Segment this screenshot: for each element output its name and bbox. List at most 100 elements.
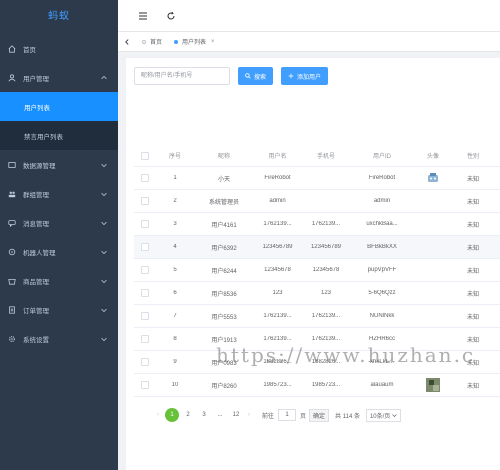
search-button[interactable]: 搜索 bbox=[238, 67, 274, 85]
page-number[interactable]: 12 bbox=[229, 408, 243, 422]
cell-avatar bbox=[413, 171, 453, 185]
tag-dot bbox=[142, 39, 146, 44]
page-number[interactable]: 1 bbox=[165, 408, 179, 422]
table-row[interactable]: 4 用户6392 123456789 123456789 BFBkBkXX 未知 bbox=[134, 236, 500, 259]
checkbox-box bbox=[141, 174, 149, 182]
page-number[interactable]: 2 bbox=[181, 408, 195, 422]
sidebar-item-settings[interactable]: 系统设置 bbox=[0, 324, 118, 353]
chevron-up-icon bbox=[101, 75, 107, 79]
table-row[interactable]: 7 用户5553 1762139... 1762139... NUNlNkk 未知 bbox=[134, 305, 500, 328]
next-page-button[interactable]: › bbox=[245, 412, 253, 418]
table-row[interactable]: 2 系统管理员 admin admin 未知 bbox=[134, 190, 500, 213]
row-checkbox[interactable] bbox=[134, 312, 156, 320]
cell-nickname: 用户8536 bbox=[211, 291, 237, 298]
select-all-checkbox[interactable] bbox=[134, 151, 156, 160]
chevron-down-icon bbox=[101, 192, 107, 196]
user-list-panel: 搜索 添加用户 序号 昵称 用户名 手机号 用户ID 头像 性别 1 小天 Fire… bbox=[126, 58, 500, 470]
home-icon bbox=[7, 44, 17, 54]
page-size-value: 10条/页 bbox=[369, 413, 391, 420]
row-checkbox[interactable] bbox=[134, 220, 156, 228]
row-checkbox[interactable] bbox=[134, 381, 156, 389]
sidebar-item-label: 系统设置 bbox=[23, 336, 49, 344]
prev-page-button[interactable]: ‹ bbox=[154, 412, 162, 418]
robot-avatar-icon bbox=[428, 173, 438, 182]
search-icon bbox=[245, 73, 251, 79]
cell-phone: 1985723... bbox=[311, 382, 341, 388]
row-checkbox[interactable] bbox=[134, 266, 156, 274]
row-checkbox[interactable] bbox=[134, 289, 156, 297]
chevron-down-icon bbox=[101, 308, 107, 312]
total-count: 共 114 条 bbox=[335, 413, 360, 420]
cell-nickname: 用户5553 bbox=[211, 314, 237, 321]
page-ellipsis[interactable]: ... bbox=[213, 408, 227, 422]
tags-prev-button[interactable] bbox=[118, 38, 136, 45]
sidebar-item-users[interactable]: 用户管理 bbox=[0, 63, 118, 92]
checkbox-box bbox=[141, 151, 149, 160]
cell-username: 123456789 bbox=[262, 244, 293, 250]
sidebar-item-orders[interactable]: 订单管理 bbox=[0, 295, 118, 324]
checkbox-box bbox=[141, 243, 149, 251]
row-checkbox[interactable] bbox=[134, 197, 156, 205]
cell-phone: 1762139... bbox=[311, 313, 341, 319]
hamburger-icon[interactable] bbox=[138, 11, 148, 21]
settings-icon bbox=[7, 334, 17, 344]
chevron-down-icon bbox=[392, 413, 398, 417]
cell-gender: 未知 bbox=[467, 222, 480, 229]
cell-index: 5 bbox=[173, 267, 177, 273]
page-size-select[interactable]: 10条/页 bbox=[365, 408, 402, 422]
row-checkbox[interactable] bbox=[134, 243, 156, 251]
close-icon[interactable]: × bbox=[211, 39, 215, 45]
tag-dot bbox=[174, 39, 179, 44]
sidebar-item-label: 商品管理 bbox=[23, 278, 49, 286]
table-row[interactable]: 3 用户4161 1762139... 1762139... uxchkBaa... 未知 bbox=[134, 213, 500, 236]
table-row[interactable]: 10 用户8260 1985723... 1985723... alauaum 未知 bbox=[134, 374, 500, 397]
cell-index: 10 bbox=[171, 382, 179, 388]
add-user-button-label: 添加用户 bbox=[297, 74, 322, 81]
refresh-icon[interactable] bbox=[166, 11, 176, 21]
row-checkbox[interactable] bbox=[134, 358, 156, 366]
tag-label: 首页 bbox=[150, 40, 163, 46]
table-row[interactable]: 6 用户8536 123 123 5-6Q6Qzz 未知 bbox=[134, 282, 500, 305]
sidebar-item-label: 机器人管理 bbox=[23, 249, 56, 257]
row-checkbox[interactable] bbox=[134, 174, 156, 182]
cell-username: admin bbox=[269, 198, 286, 204]
checkbox-box bbox=[141, 266, 149, 274]
cell-index: 9 bbox=[173, 359, 177, 365]
sidebar-item-muted-users[interactable]: 禁言用户列表 bbox=[0, 121, 118, 150]
search-input[interactable] bbox=[134, 67, 230, 85]
cell-phone: 1762139... bbox=[311, 221, 341, 227]
sidebar-item-groups[interactable]: 群组管理 bbox=[0, 179, 118, 208]
sidebar-item-label: 订单管理 bbox=[23, 307, 49, 315]
sidebar-item-datasource[interactable]: 数据源管理 bbox=[0, 150, 118, 179]
tags-view: 首页 用户列表 × bbox=[118, 32, 500, 52]
cell-index: 1 bbox=[173, 175, 177, 181]
sidebar-item-messages[interactable]: 消息管理 bbox=[0, 208, 118, 237]
cell-nickname: 系统管理员 bbox=[208, 199, 239, 206]
page-number[interactable]: 3 bbox=[197, 408, 211, 422]
tag-user-list[interactable]: 用户列表 × bbox=[168, 35, 221, 49]
sidebar-item-robots[interactable]: 机器人管理 bbox=[0, 237, 118, 266]
table-row[interactable]: 5 用户6244 12345678 12345678 pupVpVFF 未知 bbox=[134, 259, 500, 282]
cell-username: 1985723... bbox=[263, 382, 292, 388]
table-row[interactable]: 1 小天 FireRobot FireRobot 未知 bbox=[134, 167, 500, 190]
cell-index: 7 bbox=[173, 313, 177, 319]
cell-gender: 未知 bbox=[467, 245, 480, 252]
cell-avatar bbox=[413, 378, 453, 392]
goto-page-input[interactable]: 1 bbox=[278, 409, 297, 421]
column-header: 序号 bbox=[168, 154, 181, 160]
sidebar-item-goods[interactable]: 商品管理 bbox=[0, 266, 118, 295]
sidebar-item-home[interactable]: 首页 bbox=[0, 34, 118, 63]
column-header: 昵称 bbox=[217, 154, 230, 160]
tag-home[interactable]: 首页 bbox=[136, 35, 168, 49]
sidebar-item-user-list[interactable]: 用户列表 bbox=[0, 92, 118, 121]
add-user-button[interactable]: 添加用户 bbox=[281, 67, 329, 85]
cell-index: 4 bbox=[173, 244, 177, 250]
watermark: https://www.huzhan.c bbox=[216, 343, 476, 367]
robot-icon bbox=[7, 247, 17, 257]
confirm-button[interactable]: 确定 bbox=[309, 408, 330, 422]
row-checkbox[interactable] bbox=[134, 335, 156, 343]
checkbox-box bbox=[141, 358, 149, 366]
cell-index: 8 bbox=[173, 336, 177, 342]
cell-phone: 123 bbox=[320, 290, 331, 296]
sidebar-item-label: 数据源管理 bbox=[23, 162, 56, 170]
